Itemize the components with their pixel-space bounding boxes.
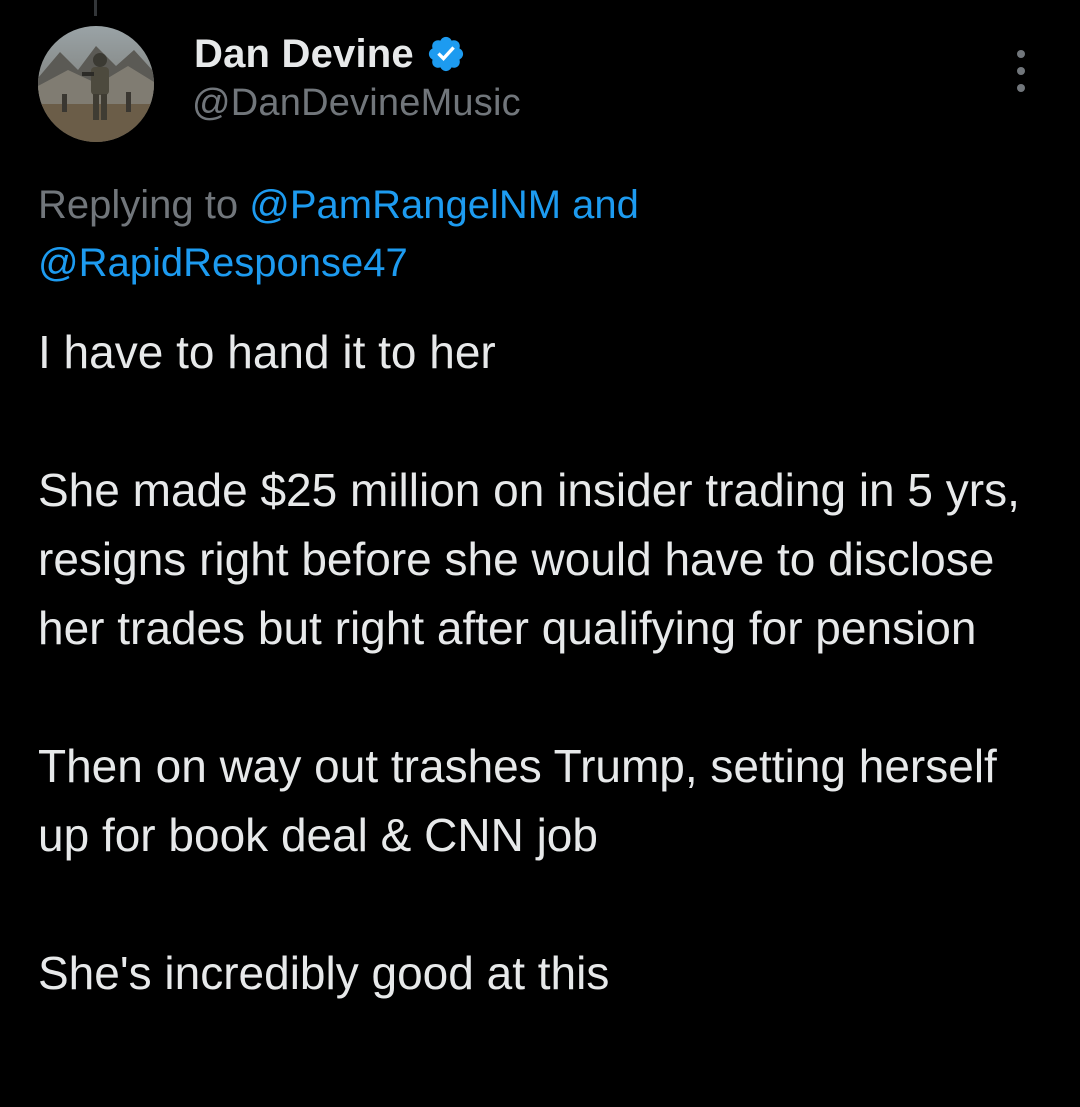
avatar-photo — [38, 26, 154, 142]
avatar[interactable] — [38, 26, 154, 142]
more-options-icon[interactable] — [1006, 50, 1036, 92]
thread-connector-line — [94, 0, 97, 16]
tweet-text: I have to hand it to her She made $25 mi… — [38, 318, 1048, 1008]
tweet-paragraph: She's incredibly good at this — [38, 947, 610, 999]
tweet-paragraph: She made $25 million on insider trading … — [38, 464, 1033, 654]
reply-and-label: and — [561, 183, 639, 227]
reply-mention-rapidresponse47[interactable]: @RapidResponse47 — [38, 241, 408, 285]
display-name[interactable]: Dan Devine — [194, 32, 414, 77]
tweet-paragraph: I have to hand it to her — [38, 326, 496, 378]
replying-to-label: Replying to — [38, 183, 250, 227]
author-handle[interactable]: @DanDevineMusic — [192, 82, 521, 125]
more-dot — [1017, 84, 1025, 92]
replying-to-line: Replying to @PamRangelNM and @RapidRespon… — [38, 176, 1038, 292]
tweet-paragraph: Then on way out trashes Trump, setting h… — [38, 740, 1010, 861]
author-name-row[interactable]: Dan Devine — [194, 30, 466, 78]
verified-badge-icon — [426, 34, 466, 74]
more-dot — [1017, 67, 1025, 75]
more-dot — [1017, 50, 1025, 58]
reply-mention-pamrangelnm[interactable]: @PamRangelNM — [249, 183, 561, 227]
